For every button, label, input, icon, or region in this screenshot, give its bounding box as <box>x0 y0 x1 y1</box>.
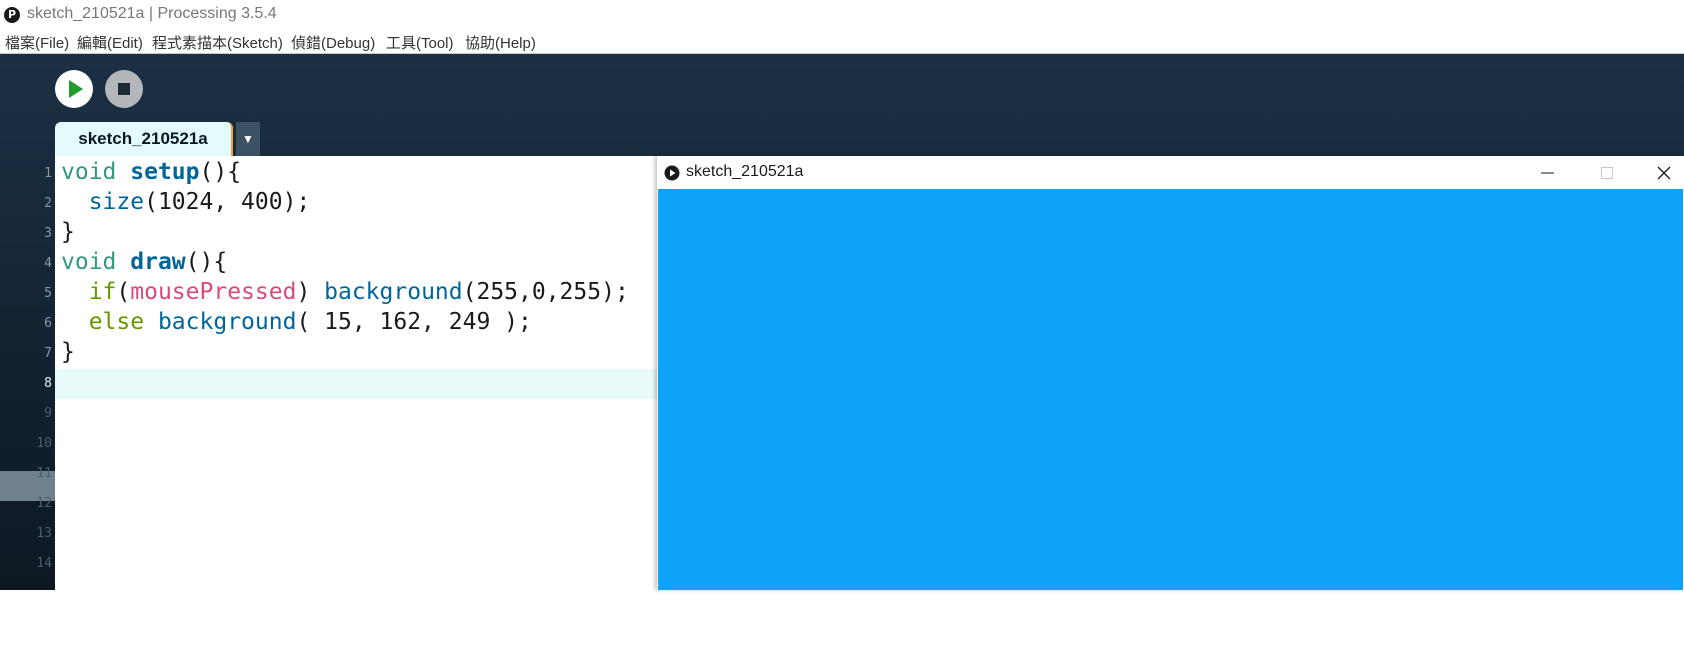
line-number: 9 <box>44 406 52 421</box>
code-line: } <box>61 339 75 369</box>
code-token: setup <box>130 159 200 185</box>
tab-menu-button[interactable]: ▼ <box>236 122 260 156</box>
line-number-gutter: 1 2 3 4 5 6 7 8 9 10 11 12 13 14 <box>0 156 55 590</box>
line-number: 2 <box>44 196 52 211</box>
line-number: 1 <box>44 166 52 181</box>
code-token: } <box>61 219 75 245</box>
line-number: 8 <box>44 376 52 391</box>
minimize-button[interactable] <box>1527 160 1567 186</box>
menu-tool[interactable]: 工具(Tool) <box>386 32 454 53</box>
line-number: 6 <box>44 316 52 331</box>
line-number: 3 <box>44 226 52 241</box>
menu-bar: 檔案(File) 編輯(Edit) 程式素描本(Sketch) 偵錯(Debug… <box>0 30 1684 54</box>
code-line: size(1024, 400); <box>61 189 311 219</box>
stop-button[interactable] <box>105 70 143 108</box>
code-token: ( <box>116 279 131 305</box>
code-line: if(mousePressed) background(255,0,255); <box>61 279 629 309</box>
code-token: draw <box>130 249 186 275</box>
code-token: (255,0,255); <box>462 279 629 305</box>
tab-sketch[interactable]: sketch_210521a <box>55 122 233 156</box>
code-token: if <box>88 279 117 305</box>
sketch-window-title: sketch_210521a <box>686 163 804 180</box>
menu-help[interactable]: 協助(Help) <box>465 32 536 53</box>
code-token: size <box>88 189 145 215</box>
code-token: (1024, 400); <box>144 189 311 215</box>
code-token: background <box>157 309 297 335</box>
line-number: 13 <box>36 526 52 541</box>
menu-file[interactable]: 檔案(File) <box>5 32 69 53</box>
run-button[interactable] <box>55 70 93 108</box>
play-icon <box>69 80 83 98</box>
code-token: mousePressed <box>130 279 297 305</box>
window-title: sketch_210521a | Processing 3.5.4 <box>27 5 277 22</box>
code-token: (){ <box>199 159 242 185</box>
line-number: 10 <box>36 436 52 451</box>
close-button[interactable] <box>1644 160 1684 186</box>
code-token: ) <box>296 279 325 305</box>
code-token: else <box>88 309 145 335</box>
code-line: else background( 15, 162, 249 ); <box>61 309 532 339</box>
code-token: void <box>61 159 117 185</box>
line-number: 12 <box>36 496 52 511</box>
sketch-canvas[interactable] <box>658 189 1683 590</box>
line-number: 5 <box>44 286 52 301</box>
code-token: void <box>61 249 117 275</box>
sketch-window: sketch_210521a <box>657 156 1684 590</box>
code-line: void setup(){ <box>61 159 241 189</box>
play-circle-icon <box>664 165 680 181</box>
code-token: ( 15, 162, 249 ); <box>296 309 532 335</box>
code-token: background <box>324 279 463 305</box>
code-token: (){ <box>185 249 228 275</box>
line-number: 4 <box>44 256 52 271</box>
code-line: void draw(){ <box>61 249 227 279</box>
menu-debug[interactable]: 偵錯(Debug) <box>291 32 375 53</box>
processing-logo-icon: P <box>4 7 20 23</box>
maximize-button[interactable] <box>1587 160 1627 186</box>
line-number: 7 <box>44 346 52 361</box>
code-line: } <box>61 219 75 249</box>
minimize-icon <box>1541 172 1554 174</box>
sketch-title-bar[interactable]: sketch_210521a <box>657 156 1684 189</box>
stop-icon <box>118 83 130 95</box>
line-number: 14 <box>36 556 52 571</box>
code-token: } <box>61 339 75 365</box>
close-icon <box>1657 166 1671 180</box>
menu-sketch[interactable]: 程式素描本(Sketch) <box>152 32 283 53</box>
title-bar: P sketch_210521a | Processing 3.5.4 <box>0 0 1684 30</box>
maximize-icon <box>1601 167 1613 179</box>
menu-edit[interactable]: 編輯(Edit) <box>77 32 143 53</box>
line-number: 11 <box>36 466 52 481</box>
